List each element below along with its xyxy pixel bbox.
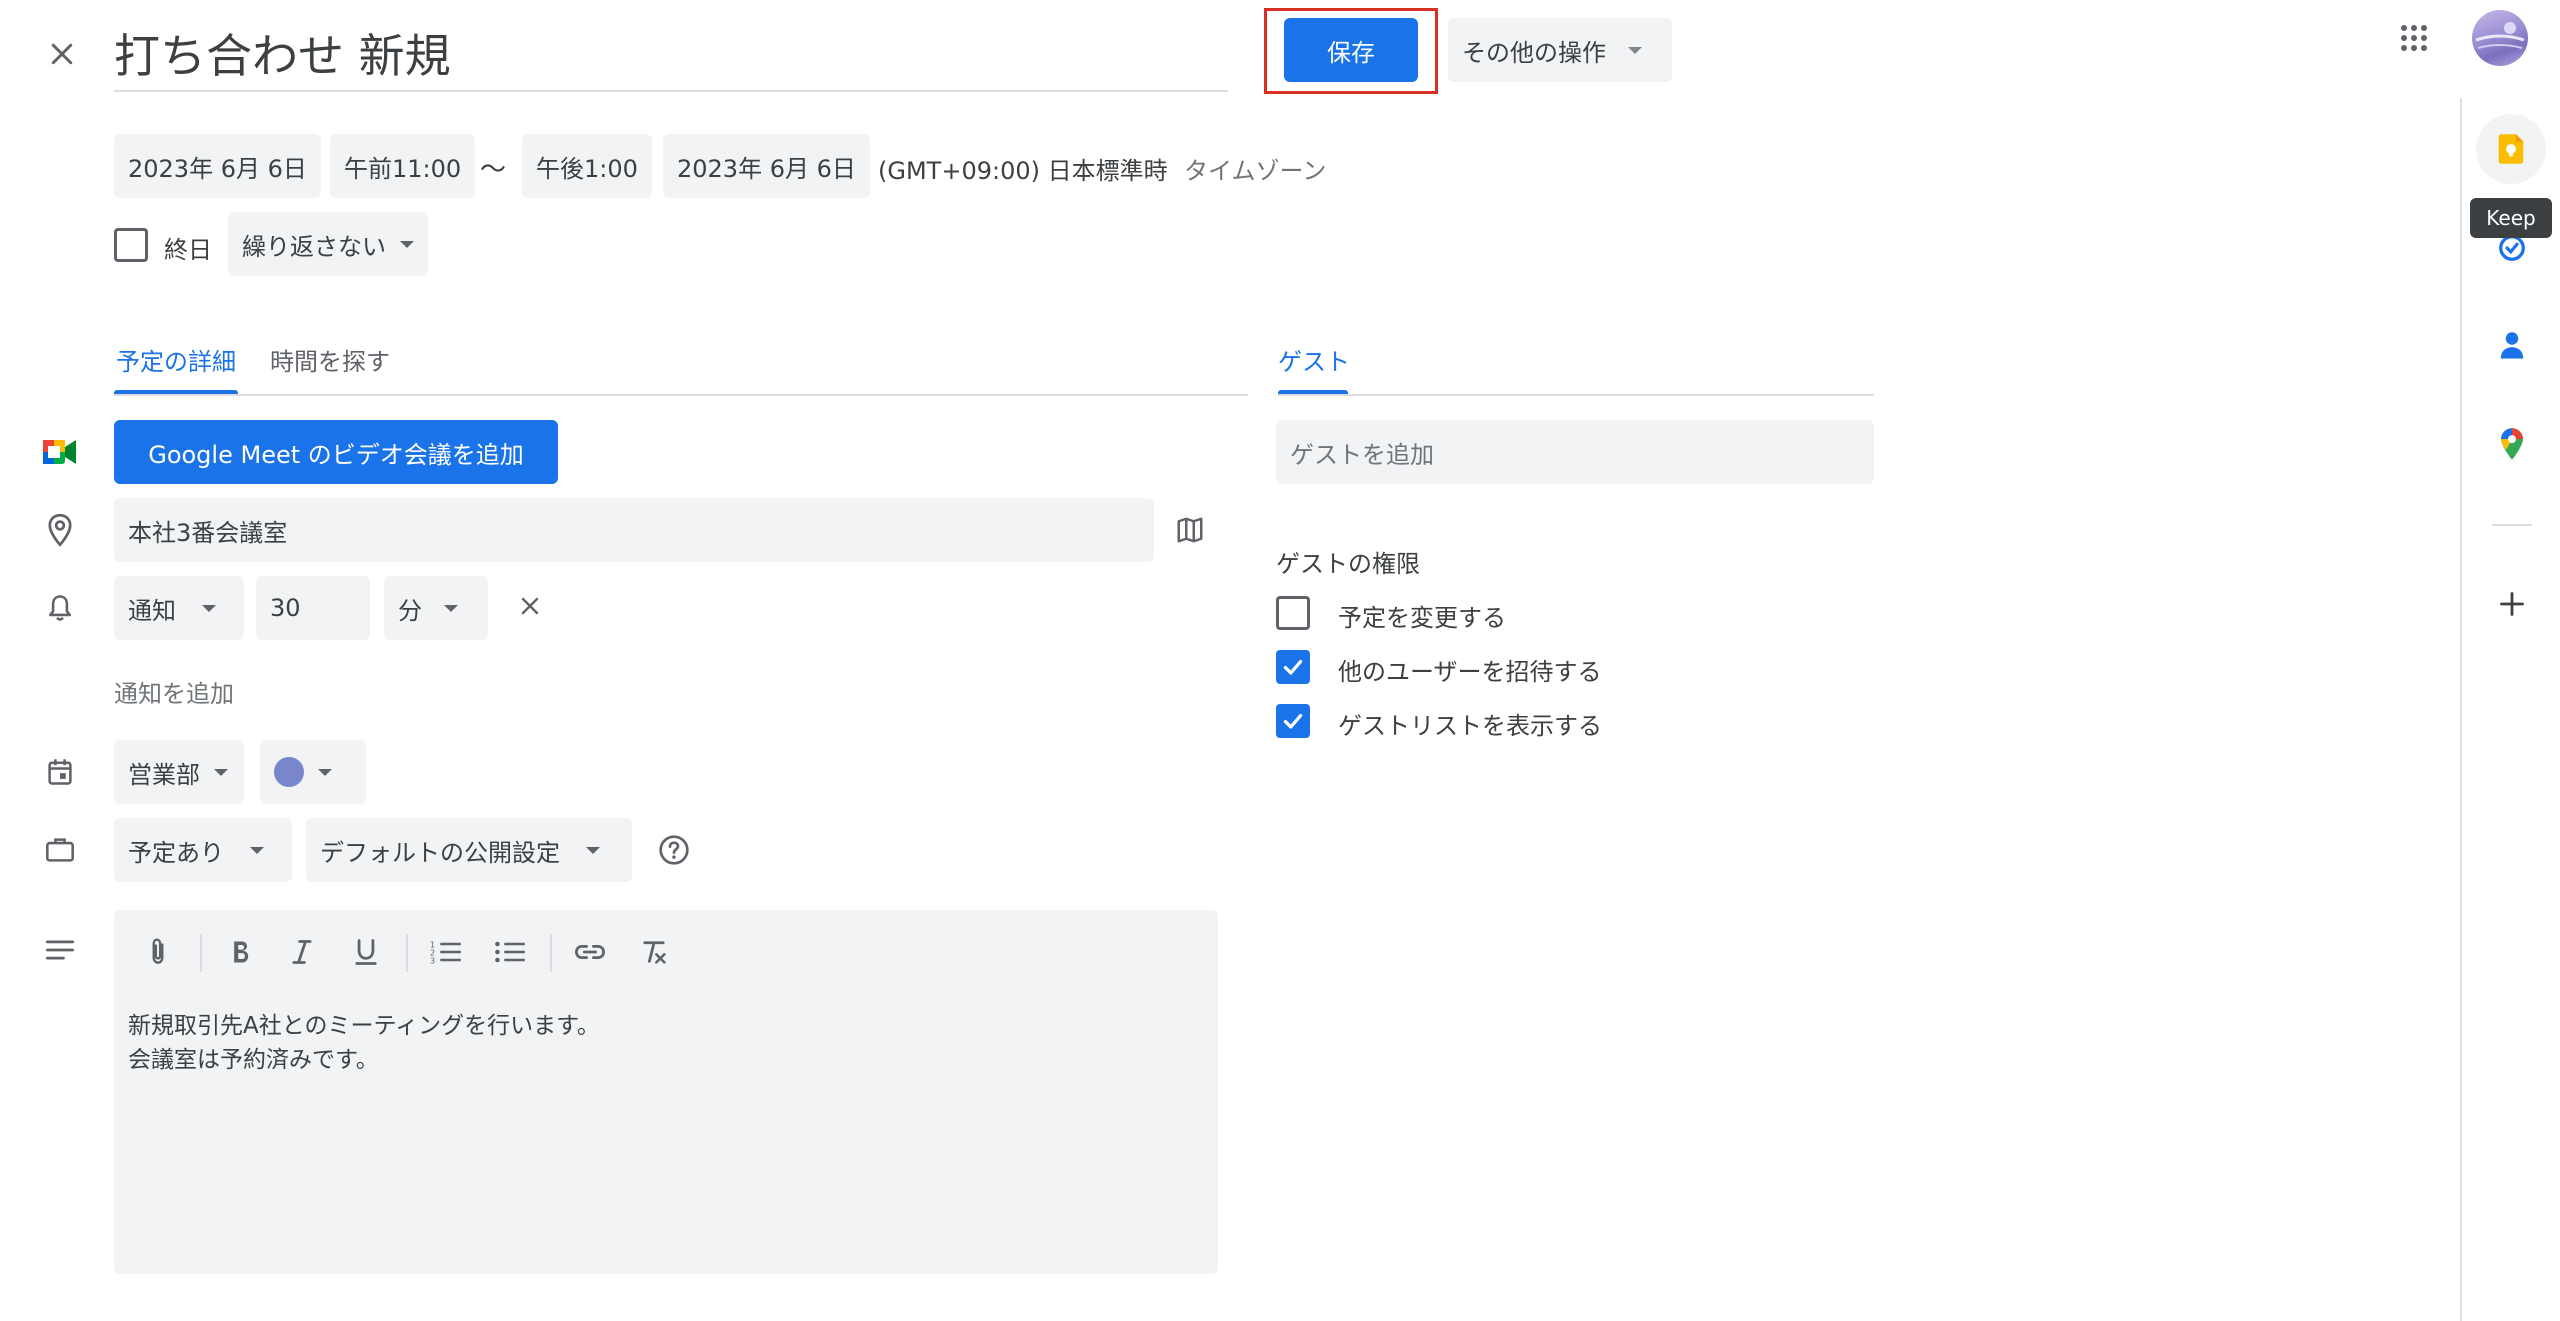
chevron-down-icon [318,768,332,776]
notification-value: 30 [270,594,301,622]
apps-grid-icon[interactable] [2392,16,2436,60]
location-input[interactable]: 本社3番会議室 [114,498,1154,562]
chevron-down-icon [202,604,216,612]
start-time-chip[interactable]: 午前11:00 [330,134,476,198]
numbered-list-icon[interactable]: 123 [424,930,468,974]
perm-invite-label: 他のユーザーを招待する [1338,658,1602,686]
availability-dropdown[interactable]: 予定あり [114,818,292,882]
perm-modify-label: 予定を変更する [1338,604,1506,632]
bold-icon[interactable] [218,930,262,974]
google-meet-icon [40,432,80,472]
more-actions-dropdown[interactable]: その他の操作 [1448,18,1672,82]
chevron-down-icon [586,846,600,854]
tabs-divider [114,394,1248,396]
keep-icon[interactable] [2476,114,2546,184]
save-button-label: 保存 [1327,38,1375,67]
guest-permissions-title: ゲストの権限 [1276,550,1420,578]
remove-notification-icon[interactable] [510,586,550,626]
calendar-name: 営業部 [128,760,200,789]
toolbar-separator [550,934,552,972]
perm-modify-checkbox[interactable] [1276,596,1310,630]
description-line-1: 新規取引先A社とのミーティングを行います。 [128,1013,600,1039]
keep-tooltip: Keep [2470,198,2552,238]
event-color-swatch [274,757,304,787]
clear-formatting-icon[interactable] [632,930,676,974]
map-icon[interactable] [1168,508,1212,552]
close-icon[interactable] [38,30,86,78]
notification-unit-dropdown[interactable]: 分 [384,576,488,640]
toolbar-separator [200,934,202,972]
calendar-dropdown[interactable]: 営業部 [114,740,244,804]
notification-type: 通知 [128,596,176,625]
chevron-down-icon [250,846,264,854]
italic-icon[interactable] [280,930,324,974]
meet-button-label: Google Meet のビデオ会議を追加 [148,440,524,469]
bell-icon [38,586,82,630]
visibility: デフォルトの公開設定 [320,838,560,867]
side-panel [2460,98,2560,1321]
timezone-value: (GMT+09:00) 日本標準時 [878,157,1168,185]
description-line-2: 会議室は予約済みです。 [128,1047,379,1073]
all-day-checkbox[interactable] [114,228,148,262]
tab-guests[interactable]: ゲスト [1278,342,1350,377]
add-guests-input[interactable]: ゲストを追加 [1276,420,1874,484]
visibility-dropdown[interactable]: デフォルトの公開設定 [306,818,632,882]
maps-icon[interactable] [2492,424,2532,464]
perm-invite-checkbox[interactable] [1276,650,1310,684]
keep-tooltip-text: Keep [2486,206,2536,230]
start-time: 午前11:00 [344,154,462,183]
svg-text:3: 3 [430,956,435,965]
check-icon [1283,659,1303,675]
add-notification-link[interactable]: 通知を追加 [114,674,234,709]
end-time-chip[interactable]: 午後1:00 [522,134,652,198]
location-pin-icon [38,508,82,552]
title-input[interactable]: 打ち合わせ 新規 [114,14,1228,92]
end-date: 2023年 6月 6日 [677,154,856,183]
location-value: 本社3番会議室 [128,518,288,547]
briefcase-icon [38,828,82,872]
all-day-label: 終日 [164,236,212,264]
toolbar-separator [406,934,408,972]
timezone-link[interactable]: タイムゾーン [1184,151,1326,186]
perm-see-list-label: ゲストリストを表示する [1338,712,1602,740]
end-time: 午後1:00 [536,154,638,183]
more-actions-label: その他の操作 [1462,38,1606,67]
perm-see-list-checkbox[interactable] [1276,704,1310,738]
add-addon-icon[interactable] [2490,582,2534,626]
start-date: 2023年 6月 6日 [128,154,307,183]
notification-type-dropdown[interactable]: 通知 [114,576,244,640]
avatar[interactable] [2472,10,2528,66]
chevron-down-icon [444,604,458,612]
chevron-down-icon [400,240,414,248]
underline-icon[interactable] [344,930,388,974]
tab-event-details[interactable]: 予定の詳細 [116,342,236,377]
end-date-chip[interactable]: 2023年 6月 6日 [663,134,870,198]
tab-find-time[interactable]: 時間を探す [270,342,390,377]
repeat-label: 繰り返さない [242,232,386,261]
event-color-dropdown[interactable] [260,740,366,804]
notification-value-input[interactable]: 30 [256,576,370,640]
save-button[interactable]: 保存 [1284,18,1418,82]
link-icon[interactable] [568,930,612,974]
notification-unit: 分 [398,596,422,625]
event-title: 打ち合わせ 新規 [114,29,451,83]
availability: 予定あり [128,838,224,867]
bulleted-list-icon[interactable] [488,930,532,974]
side-panel-divider [2492,524,2532,526]
attachment-icon[interactable] [136,930,180,974]
add-guests-placeholder: ゲストを追加 [1290,440,1434,469]
help-icon[interactable] [652,828,696,872]
check-icon [1283,713,1303,729]
calendar-icon [38,750,82,794]
contacts-icon[interactable] [2492,326,2532,366]
chevron-down-icon [1628,46,1642,54]
chevron-down-icon [214,768,228,776]
guests-tabs-divider [1278,394,1874,396]
repeat-dropdown[interactable]: 繰り返さない [228,212,428,276]
description-icon [38,928,82,972]
add-google-meet-button[interactable]: Google Meet のビデオ会議を追加 [114,420,558,484]
time-separator: 〜 [480,155,507,185]
start-date-chip[interactable]: 2023年 6月 6日 [114,134,321,198]
